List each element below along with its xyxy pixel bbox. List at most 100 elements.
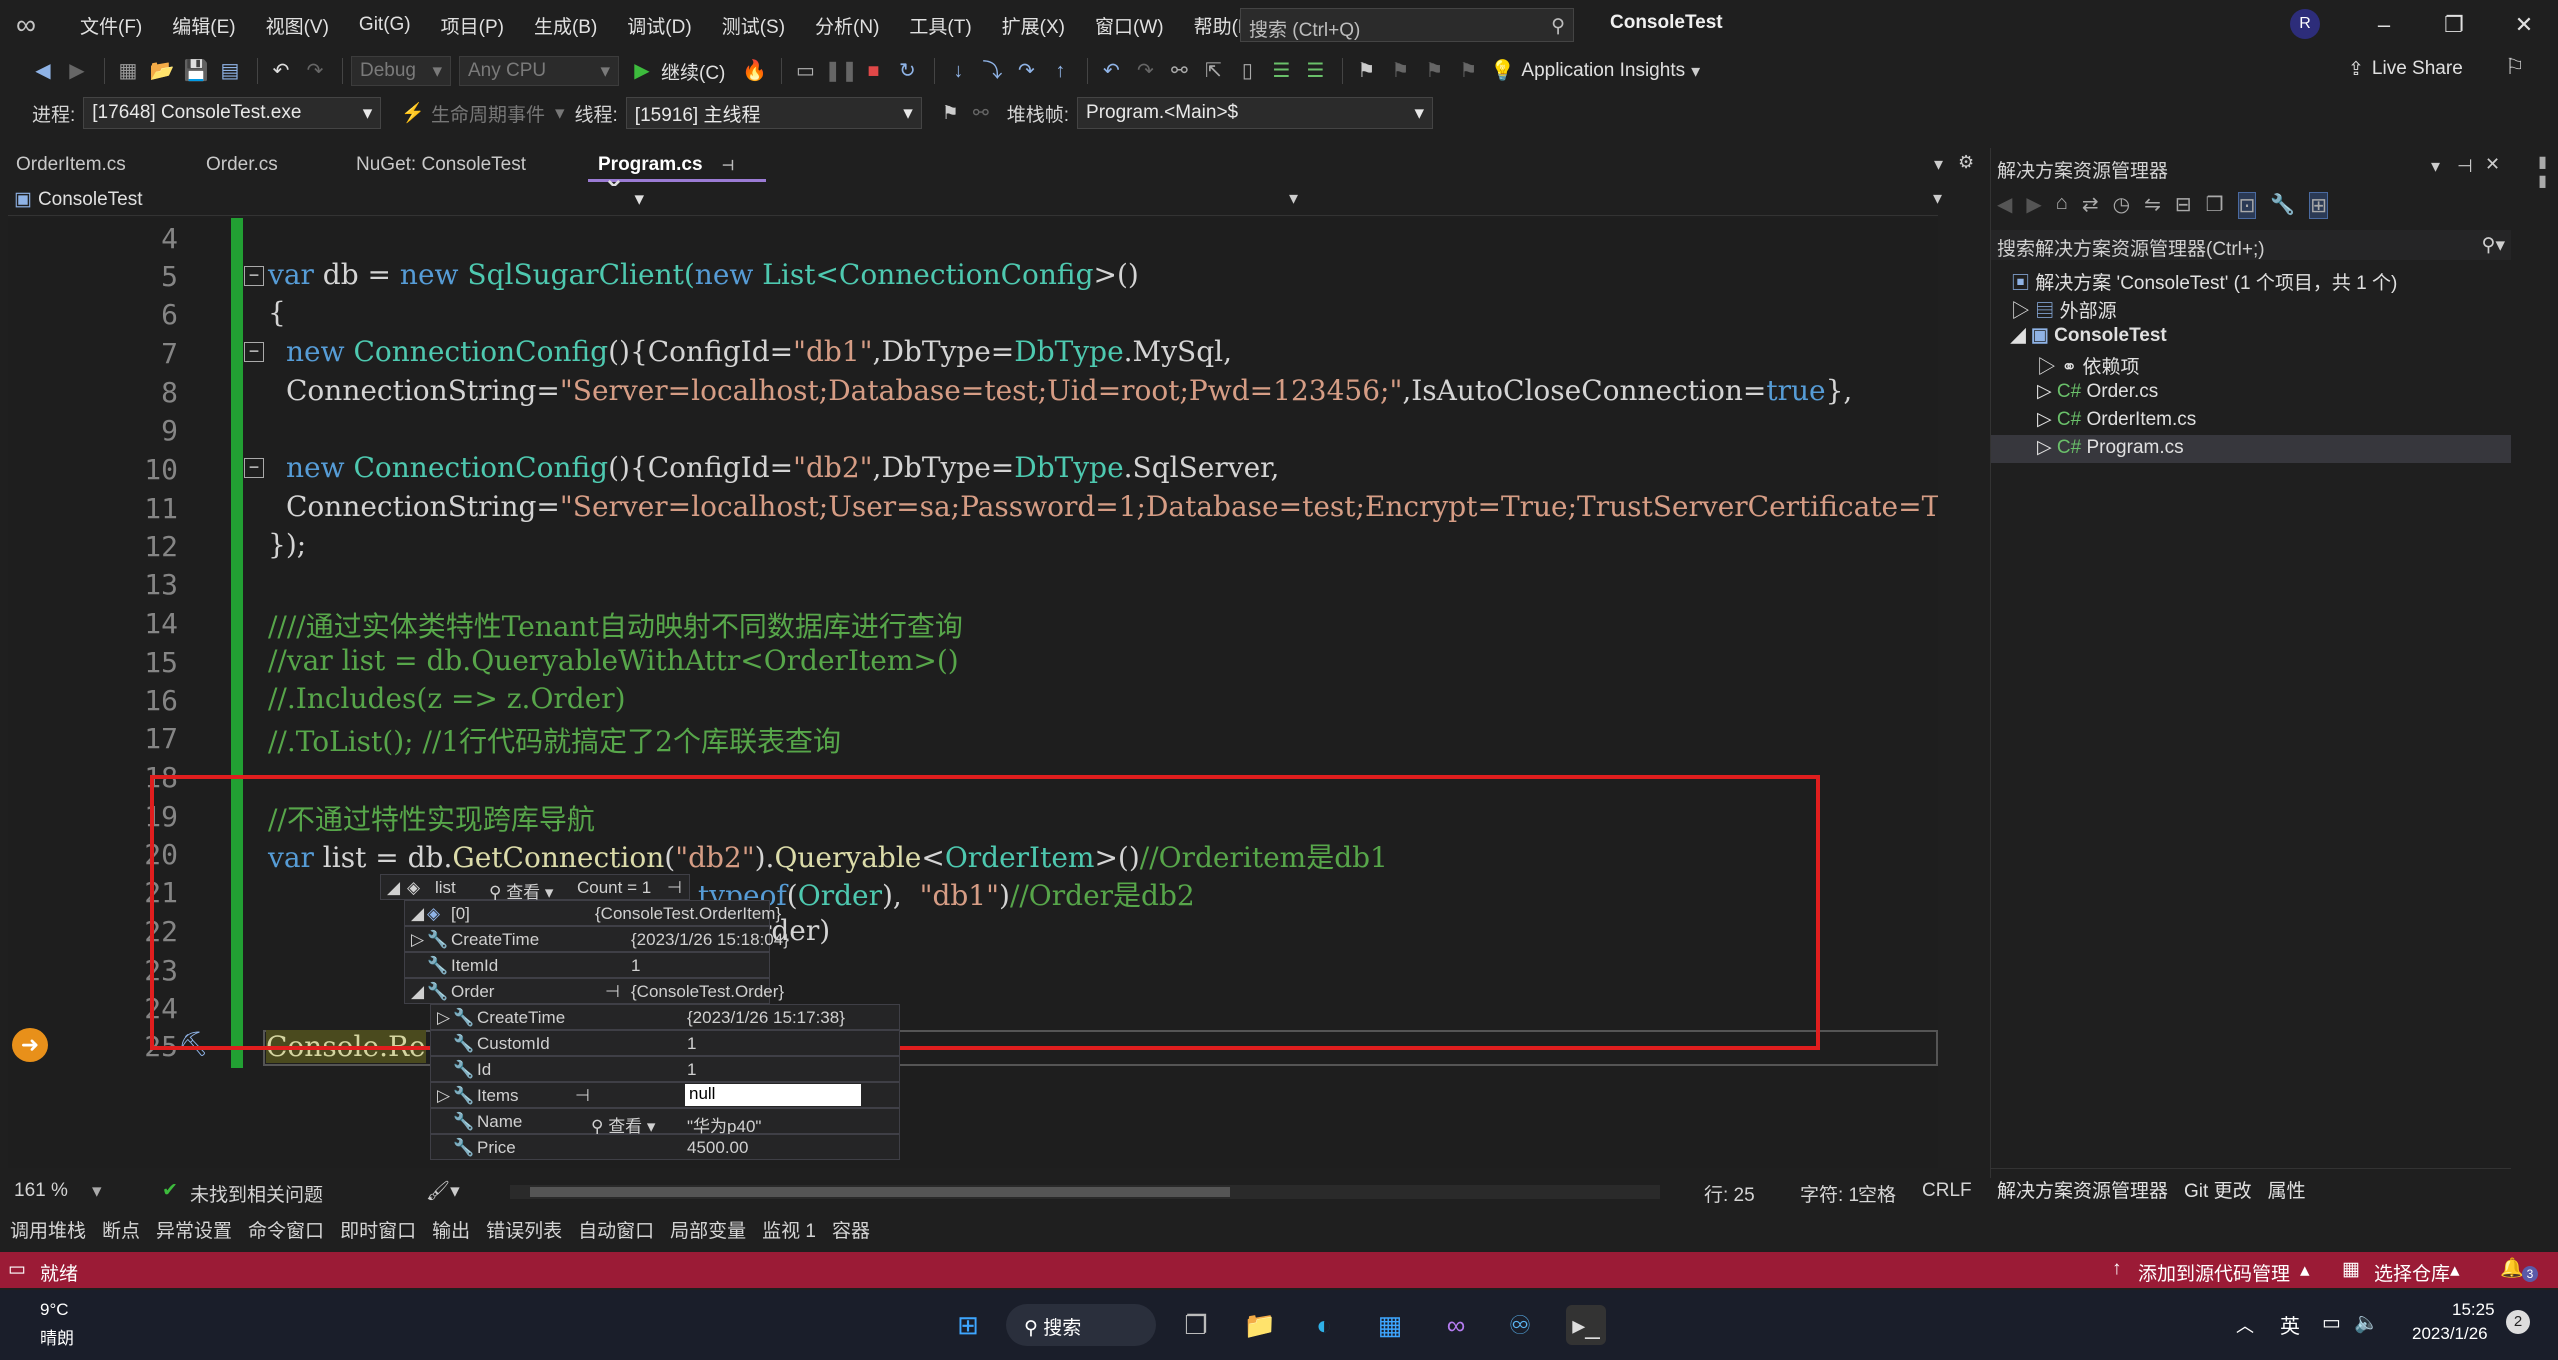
- chevron-down-icon[interactable]: ▾: [2431, 156, 2440, 177]
- scrollbar-thumb[interactable]: [530, 1187, 1230, 1197]
- comment-icon[interactable]: ☰: [1266, 56, 1296, 86]
- menu-view[interactable]: 视图(V): [266, 12, 329, 39]
- type-nav-select[interactable]: ▾: [668, 188, 1304, 214]
- tab-breakpoints[interactable]: 断点: [102, 1216, 140, 1243]
- expand-icon[interactable]: ▷: [2037, 381, 2052, 402]
- menu-project[interactable]: 项目(P): [441, 12, 504, 39]
- fold-toggle[interactable]: −: [244, 458, 264, 478]
- file-node-order[interactable]: ▷ C# Order.cs: [2037, 380, 2158, 403]
- navigate-back-icon[interactable]: ↶: [1096, 56, 1126, 86]
- platform-select[interactable]: Any CPU ▾: [459, 56, 619, 86]
- switch-view-icon[interactable]: ⇄: [2082, 192, 2099, 219]
- tab-solution-explorer[interactable]: 解决方案资源管理器: [1997, 1176, 2168, 1203]
- tab-output[interactable]: 输出: [432, 1216, 470, 1243]
- datatip-row[interactable]: 🔧 Name ⚲ 查看 ▾ "华为p40": [430, 1108, 900, 1136]
- task-view-icon[interactable]: ❐: [1176, 1305, 1216, 1345]
- search-input[interactable]: 搜索 (Ctrl+Q) ⚲: [1240, 8, 1574, 42]
- datatip-row[interactable]: ◢ 🔧 Order ⊣ {ConsoleTest.Order}: [404, 978, 784, 1004]
- bookmark-prev-icon[interactable]: ⚑: [1385, 56, 1415, 86]
- open-folder-icon[interactable]: 📂: [147, 56, 177, 86]
- datatip-row[interactable]: 🔧 Id 1: [430, 1056, 900, 1082]
- step-into-icon[interactable]: ↓: [943, 56, 973, 86]
- menu-extensions[interactable]: 扩展(X): [1002, 12, 1065, 39]
- visual-studio-taskbar-icon[interactable]: ∞: [1436, 1305, 1476, 1345]
- feedback-icon[interactable]: ⚐: [2505, 54, 2525, 80]
- datatip-row[interactable]: 🔧 ItemId 1: [404, 952, 770, 978]
- file-node-program[interactable]: ▷ C# Program.cs: [2037, 436, 2184, 459]
- start-menu-icon[interactable]: ⊞: [948, 1305, 988, 1345]
- expand-icon[interactable]: ▷: [2037, 357, 2056, 378]
- step-over-icon[interactable]: ⤵: [977, 56, 1007, 86]
- issues-status[interactable]: 未找到相关问题: [190, 1180, 323, 1207]
- pin-icon[interactable]: ⊣: [575, 1086, 590, 1106]
- menu-tools[interactable]: 工具(T): [909, 12, 971, 39]
- tab-immediate-window[interactable]: 即时窗口: [340, 1216, 416, 1243]
- save-all-icon[interactable]: ▤: [215, 56, 245, 86]
- datatip-row[interactable]: ◢ ◈ [0] {ConsoleTest.OrderItem}: [404, 900, 781, 926]
- store-icon[interactable]: ▦: [1370, 1305, 1410, 1345]
- terminal-icon[interactable]: ▸_: [1566, 1305, 1606, 1345]
- tab-nuget[interactable]: NuGet: ConsoleTest: [346, 148, 536, 182]
- tab-watch-1[interactable]: 监视 1: [762, 1216, 816, 1243]
- expand-icon[interactable]: ▷: [437, 1008, 450, 1028]
- menu-test[interactable]: 测试(S): [722, 12, 785, 39]
- tab-locals[interactable]: 局部变量: [670, 1216, 746, 1243]
- properties-icon[interactable]: 🔧: [2270, 192, 2295, 219]
- line-ending-indicator[interactable]: CRLF: [1922, 1180, 1972, 1202]
- configuration-select[interactable]: Debug ▾: [351, 56, 451, 86]
- navigate-forward-icon[interactable]: ↷: [1130, 56, 1160, 86]
- edge-browser-icon[interactable]: ◐: [1304, 1305, 1344, 1345]
- tab-git-changes[interactable]: Git 更改: [2184, 1176, 2252, 1203]
- fold-toggle[interactable]: −: [244, 266, 264, 286]
- uncomment-icon[interactable]: ☰: [1300, 56, 1330, 86]
- menu-window[interactable]: 窗口(W): [1095, 12, 1164, 39]
- diagnostic-icon[interactable]: ▯: [1232, 56, 1262, 86]
- project-nav-select[interactable]: ▣ ConsoleTest ▾: [8, 188, 650, 214]
- column-indicator[interactable]: 字符: 1: [1800, 1180, 1859, 1207]
- expand-icon[interactable]: ▷: [2011, 301, 2030, 322]
- tab-call-stack[interactable]: 调用堆栈: [10, 1216, 86, 1243]
- settings-icon[interactable]: ⚙: [1958, 152, 1974, 173]
- line-indicator[interactable]: 行: 25: [1704, 1180, 1755, 1207]
- tab-autos[interactable]: 自动窗口: [578, 1216, 654, 1243]
- project-node[interactable]: ◢ ▣ ConsoleTest: [2011, 324, 2167, 347]
- step-out-icon[interactable]: ↑: [1045, 56, 1075, 86]
- expand-icon[interactable]: ▷: [2037, 437, 2052, 458]
- sync-icon[interactable]: ⇋: [2144, 192, 2161, 219]
- menu-file[interactable]: 文件(F): [80, 12, 142, 39]
- hot-reload-icon[interactable]: 🔥: [739, 56, 769, 86]
- process-select[interactable]: [17648] ConsoleTest.exe ▾: [83, 97, 382, 129]
- add-to-source-control-button[interactable]: 添加到源代码管理: [2138, 1259, 2290, 1286]
- live-share-button[interactable]: ⇪ Live Share: [2348, 58, 2463, 81]
- chevron-down-icon[interactable]: ▾: [92, 1180, 102, 1203]
- tab-command-window[interactable]: 命令窗口: [248, 1216, 324, 1243]
- redo-icon[interactable]: ↷: [300, 56, 330, 86]
- stackframe-select[interactable]: Program.<Main>$ ▾: [1077, 97, 1434, 129]
- maximize-icon[interactable]: ❐: [2434, 8, 2474, 42]
- close-icon[interactable]: ✕: [2485, 154, 2500, 175]
- expand-icon[interactable]: ▷: [2037, 409, 2052, 430]
- pin-icon[interactable]: ⊣: [722, 157, 734, 173]
- minimize-icon[interactable]: –: [2364, 8, 2404, 42]
- restart-icon[interactable]: ↻: [892, 56, 922, 86]
- home-icon[interactable]: ⌂: [2056, 192, 2068, 219]
- whitespace-indicator[interactable]: 空格: [1858, 1180, 1896, 1207]
- collapse-icon[interactable]: ◢: [411, 904, 424, 924]
- zoom-level[interactable]: 161 %: [14, 1180, 68, 1202]
- app-taskbar-icon[interactable]: ♾: [1500, 1305, 1540, 1345]
- notifications-icon[interactable]: 🔔: [2500, 1256, 2524, 1280]
- new-item-icon[interactable]: ▦: [113, 56, 143, 86]
- collapse-all-icon[interactable]: ⊟: [2175, 192, 2192, 219]
- flag-icon[interactable]: ⚑: [942, 102, 959, 125]
- collapse-icon[interactable]: ◢: [387, 878, 400, 898]
- select-repository-button[interactable]: 选择仓库: [2374, 1259, 2450, 1286]
- solution-node[interactable]: ▣ 解决方案 'ConsoleTest' (1 个项目，共 1 个): [2011, 268, 2397, 295]
- network-icon[interactable]: ▭: [2322, 1310, 2341, 1335]
- tab-containers[interactable]: 容器: [832, 1216, 870, 1243]
- tab-order[interactable]: Order.cs: [196, 148, 288, 182]
- brush-icon[interactable]: 🖌▾: [426, 1179, 460, 1203]
- menu-edit[interactable]: 编辑(E): [172, 12, 235, 39]
- undo-icon[interactable]: ↶: [266, 56, 296, 86]
- pin-icon[interactable]: ⊣: [2457, 156, 2473, 177]
- file-node-orderitem[interactable]: ▷ C# OrderItem.cs: [2037, 408, 2196, 431]
